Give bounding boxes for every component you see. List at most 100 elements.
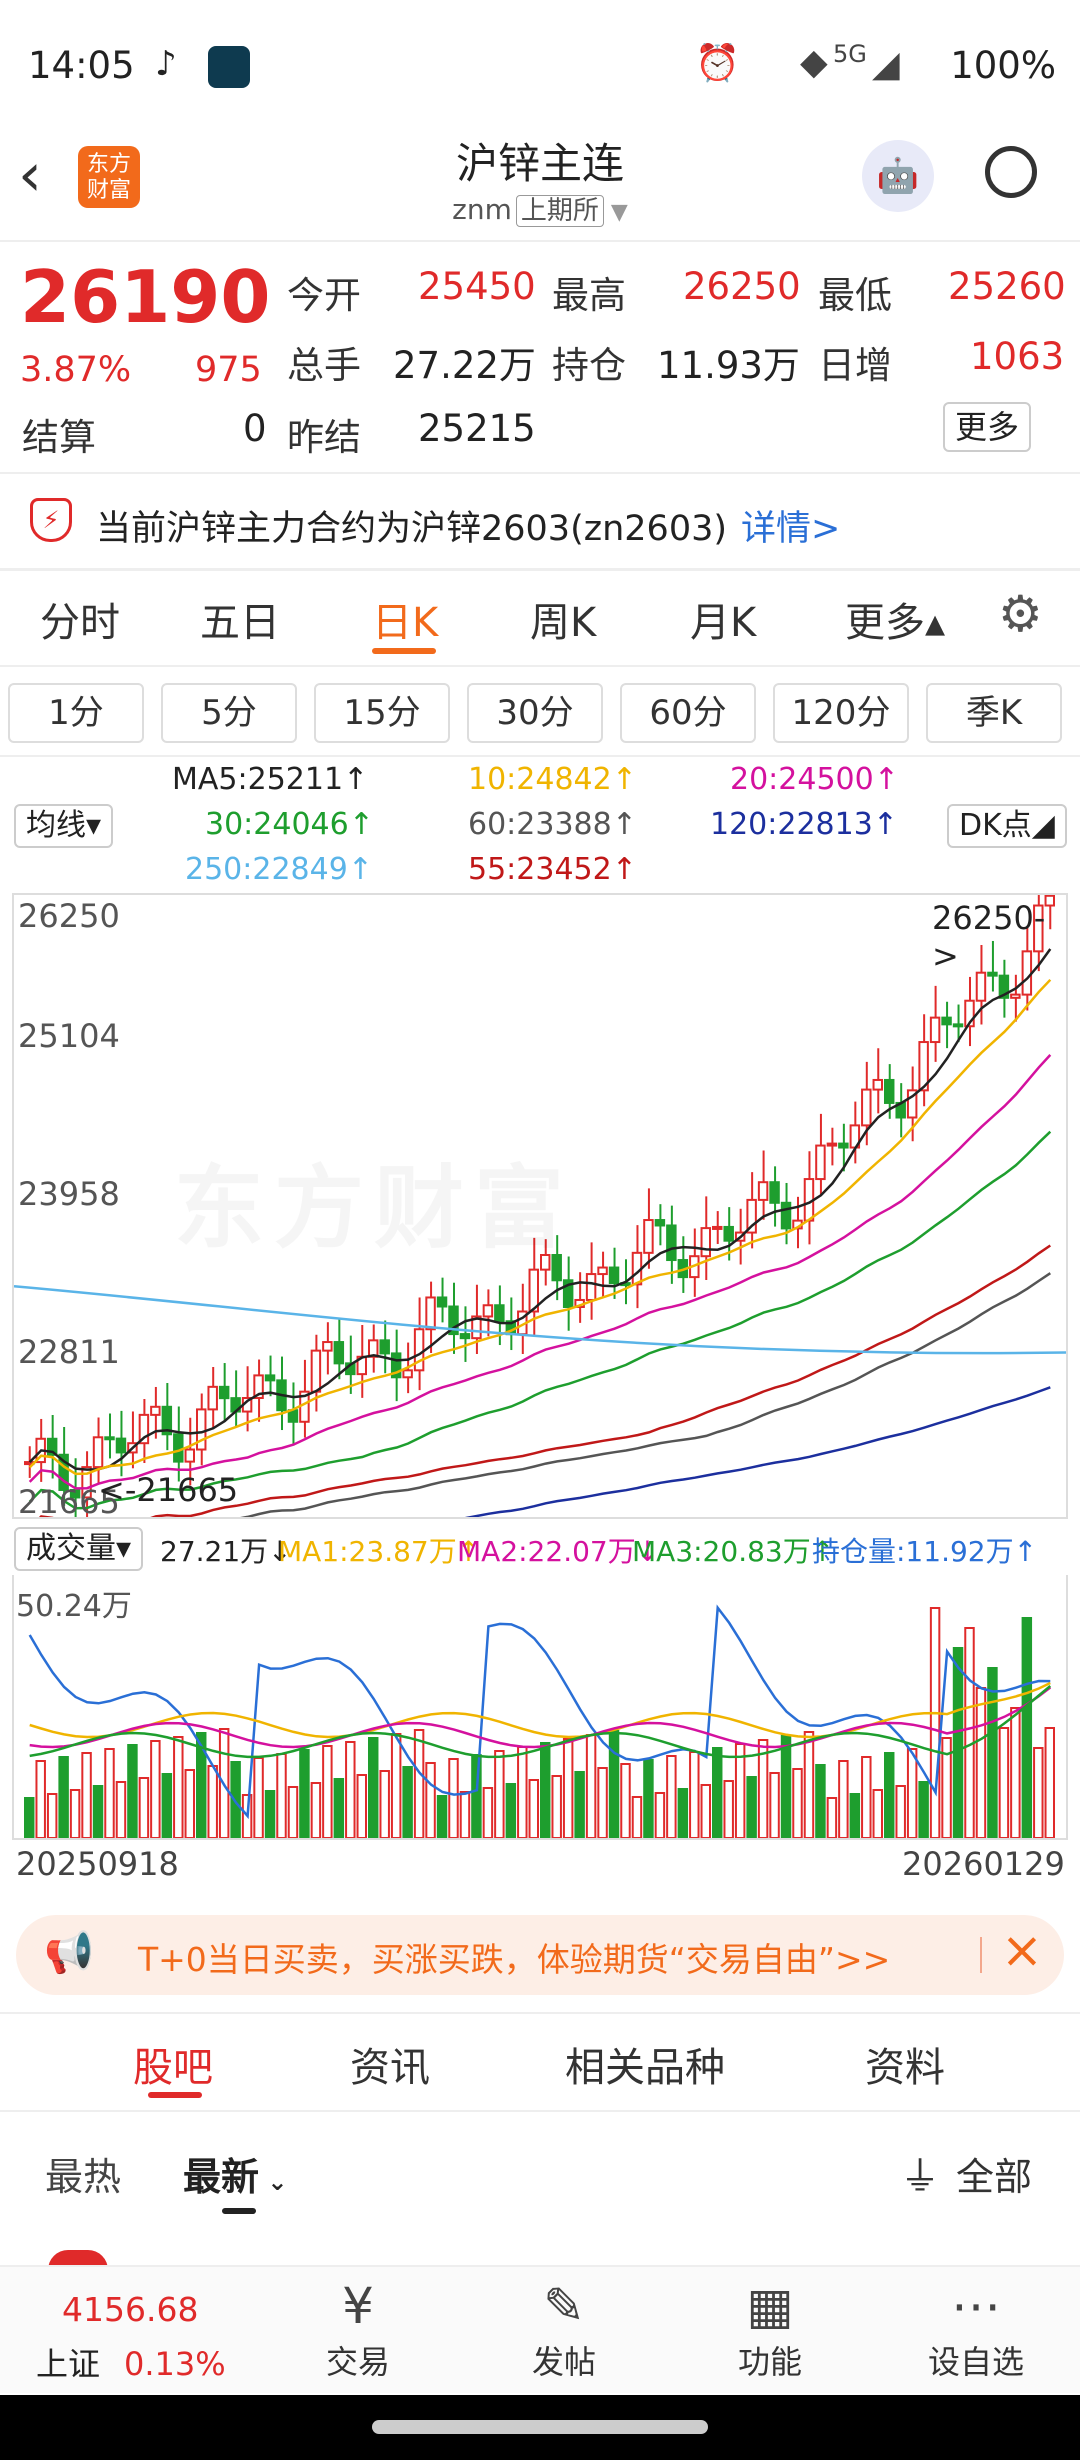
volume-bar (952, 1647, 964, 1838)
volume-bar (104, 1748, 115, 1838)
volume-bar (81, 1752, 92, 1838)
volume-bar (253, 1757, 264, 1838)
robot-assistant-icon[interactable]: 🤖 (862, 140, 934, 212)
tab-daily-k[interactable]: 日K (372, 590, 438, 648)
settings-gear-icon[interactable]: ⚙ (998, 585, 1043, 643)
volume-bar (1033, 1747, 1044, 1838)
candle-body (700, 1227, 711, 1258)
nav-functions-label: 功能 (737, 2343, 802, 2381)
more-button[interactable]: 更多 (943, 402, 1032, 452)
tab-related[interactable]: 相关品种 (565, 2035, 725, 2093)
volume-bar (700, 1784, 711, 1838)
tab-weekly-k[interactable]: 周K (530, 590, 596, 648)
volume-bar (299, 1749, 310, 1838)
candle-body (608, 1266, 620, 1285)
volume-bar (150, 1740, 161, 1838)
volume-value: 27.21万↓ (160, 1535, 292, 1568)
volume-bar (803, 1731, 815, 1838)
contract-code: znm (452, 193, 512, 226)
volume-bar (562, 1738, 574, 1838)
candle-body (218, 1385, 230, 1400)
candle-body (196, 1408, 207, 1451)
volume-bar (482, 1787, 494, 1838)
main-contract-notice[interactable]: 当前沪锌主力合约为沪锌2603(zn2603) 详情> (96, 500, 840, 551)
nav-functions[interactable]: ▦ 功能 (662, 2275, 878, 2395)
volume-label: 总手 (287, 344, 361, 387)
period-15min[interactable]: 15分 (314, 683, 450, 743)
volume-bar (379, 1770, 390, 1838)
volume-bar (585, 1734, 597, 1838)
volume-ma-line (29, 1681, 1051, 1739)
period-60min[interactable]: 60分 (620, 683, 756, 743)
tab-profile[interactable]: 资料 (865, 2035, 945, 2093)
home-gesture-bar[interactable] (372, 2420, 708, 2434)
tab-intraday[interactable]: 分时 (40, 590, 120, 648)
volume-bar (505, 1783, 517, 1838)
period-season-k[interactable]: 季K (926, 683, 1062, 743)
candle-body (150, 1405, 161, 1416)
ma55-value: 55:23452↑ (468, 852, 637, 887)
volume-bar (58, 1756, 69, 1838)
dk-point-button[interactable]: DK点◢ (947, 804, 1067, 848)
increase-label: 日增 (818, 344, 892, 387)
volume-bar (494, 1750, 505, 1838)
volume-chart[interactable]: 50.24万 (12, 1575, 1068, 1840)
high-label: 最高 (552, 274, 626, 317)
nav-trade-label: 交易 (325, 2343, 390, 2381)
volume-bar (918, 1781, 929, 1838)
filter-latest[interactable]: 最新 ⌄ (183, 2146, 287, 2201)
battery-level: 100% (950, 44, 1056, 87)
y-axis-label: 22811 (18, 1333, 120, 1371)
tab-news[interactable]: 资讯 (350, 2035, 430, 2093)
candle-body (207, 1385, 218, 1411)
tab-monthly-k[interactable]: 月K (690, 590, 756, 648)
volume-bar (390, 1733, 402, 1838)
close-icon[interactable]: × (1001, 1921, 1043, 1979)
volume-bar (173, 1736, 184, 1838)
ma10-value: 10:24842↑ (468, 762, 637, 797)
tab-more[interactable]: 更多▴ (845, 590, 945, 648)
volume-bar (35, 1760, 46, 1838)
volume-bar (906, 1748, 918, 1838)
tab-five-day[interactable]: 五日 (200, 590, 280, 648)
filter-funnel-icon[interactable]: ⏚ (900, 2144, 940, 2202)
volume-bar (826, 1797, 838, 1838)
indicator-selector[interactable]: 成交量▾ (14, 1527, 144, 1571)
divider (0, 755, 1080, 757)
nav-post[interactable]: ✎ 发帖 (456, 2275, 672, 2395)
wifi-icon: ◆ (800, 42, 828, 83)
volume-bar (929, 1607, 941, 1838)
candle-body (975, 971, 987, 1002)
notice-details-link[interactable]: 详情> (741, 509, 840, 549)
ma-selector[interactable]: 均线▾ (14, 804, 114, 848)
filter-all[interactable]: 全部 (956, 2146, 1032, 2201)
nav-watchlist[interactable]: ⋯ 设自选 (868, 2275, 1080, 2395)
tab-forum[interactable]: 股吧 (133, 2035, 213, 2093)
oi-label: 持仓 (552, 344, 626, 387)
filter-hot[interactable]: 最热 (45, 2146, 121, 2201)
divider (0, 568, 1080, 571)
app-icon (208, 46, 250, 88)
volume-value: 27.22万 (393, 344, 536, 387)
ma30-value: 30:24046↑ (205, 807, 374, 842)
candle-body (264, 1374, 276, 1382)
divider (0, 2012, 1080, 2014)
period-120min[interactable]: 120分 (773, 683, 909, 743)
volume-bar (333, 1778, 345, 1838)
nav-index-quote[interactable]: 4156.68 上证 0.13% (20, 2290, 240, 2410)
candlestick-chart[interactable]: 东方财富 26250 25104 23958 22811 21665 26250… (12, 893, 1068, 1521)
nav-trade[interactable]: ¥ 交易 (250, 2275, 466, 2395)
volume-bar (964, 1627, 975, 1838)
period-1min[interactable]: 1分 (8, 683, 144, 743)
period-5min[interactable]: 5分 (161, 683, 297, 743)
banner-divider (980, 1937, 982, 1973)
volume-bar (998, 1727, 1010, 1838)
increase-value: 1063 (970, 335, 1065, 378)
promo-banner[interactable]: 📢 T+0当日买卖，买涨买跌，体验期货“交易自由”>> × (16, 1915, 1064, 1995)
period-30min[interactable]: 30分 (467, 683, 603, 743)
candle-body (184, 1448, 196, 1463)
last-price: 26190 (20, 255, 271, 339)
search-icon[interactable] (985, 146, 1037, 198)
volume-bar (838, 1760, 849, 1838)
oi-value: 11.93万 (657, 344, 800, 387)
